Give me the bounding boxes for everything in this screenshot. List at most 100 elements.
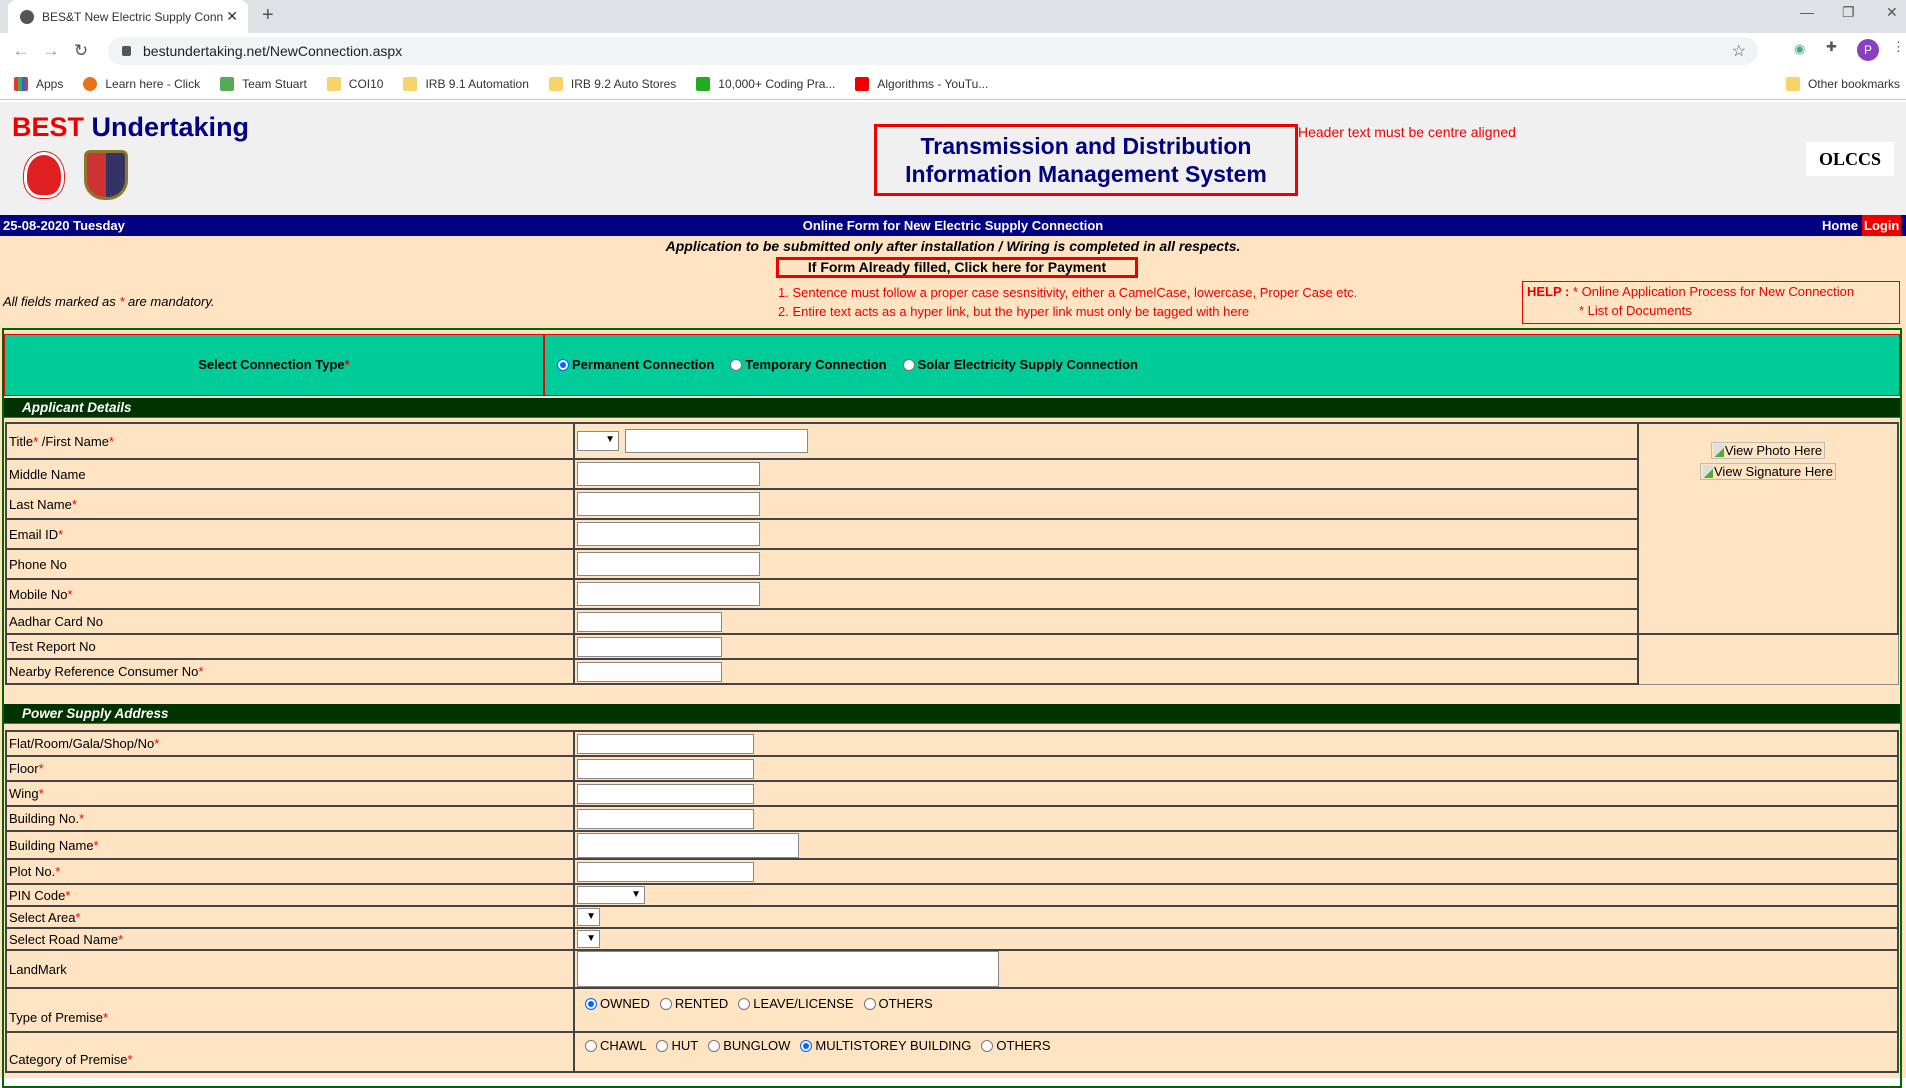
review-notes: 1. Sentence must follow a proper case se…	[778, 283, 1357, 321]
profile-avatar[interactable]: P	[1857, 39, 1879, 61]
radio-button[interactable]	[730, 359, 743, 371]
middle-nameinput[interactable]	[577, 462, 760, 486]
bookmark-label: IRB 9.2 Auto Stores	[570, 76, 677, 91]
radio-button[interactable]	[738, 997, 751, 1010]
bookmark-irb92[interactable]: IRB 9.2 Auto Stores	[548, 76, 677, 91]
radio-button[interactable]	[981, 1039, 994, 1052]
premise-type-option[interactable]: RENTED	[659, 996, 728, 1011]
signature-alt-text: View Signature Here	[1714, 464, 1833, 479]
mobile-noinput[interactable]	[577, 582, 760, 606]
floor-input[interactable]	[577, 758, 754, 779]
forward-icon[interactable]: →	[36, 41, 66, 61]
phone-noinput[interactable]	[577, 552, 760, 576]
premise-type-option[interactable]: OTHERS	[863, 996, 933, 1011]
connection-type-option[interactable]: Permanent Connection	[557, 357, 714, 372]
minimize-button[interactable]: —	[1800, 4, 1814, 20]
connection-type-option[interactable]: Temporary Connection	[730, 357, 887, 372]
premise-category-option[interactable]: MULTISTOREY BUILDING	[800, 1038, 971, 1053]
radio-button[interactable]	[585, 997, 597, 1010]
label-cell: Phone No	[5, 548, 575, 580]
help-link-application-process[interactable]: * Online Application Process for New Con…	[1573, 284, 1854, 299]
login-link[interactable]: Login	[1862, 215, 1902, 236]
brand-blue: Undertaking	[91, 112, 250, 142]
bookmark-icon	[83, 76, 98, 91]
select-area-select[interactable]: ▼	[577, 908, 600, 926]
folder-icon	[1785, 76, 1800, 91]
title-select[interactable]: ▼	[577, 431, 619, 451]
building-name-input[interactable]	[577, 832, 799, 858]
bookmark-irb91[interactable]: IRB 9.1 Automation	[403, 76, 529, 91]
bookmark-youtube[interactable]: Algorithms - YouTu...	[855, 76, 988, 91]
home-link[interactable]: Home	[1822, 215, 1858, 236]
label-cell: Flat/Room/Gala/Shop/No*	[5, 730, 575, 757]
browser-tab[interactable]: BES&T New Electric Supply Conn ✕	[8, 0, 248, 33]
help-link-documents[interactable]: * List of Documents	[1527, 301, 1899, 320]
table-row: Email ID*	[5, 518, 1898, 550]
radio-button[interactable]	[863, 997, 876, 1010]
premise-category-option[interactable]: CHAWL	[585, 1038, 646, 1053]
back-icon[interactable]: ←	[6, 41, 36, 61]
close-window-button[interactable]: ✕	[1886, 4, 1898, 21]
premise-category-option[interactable]: OTHERS	[981, 1038, 1051, 1053]
radio-button[interactable]	[659, 997, 672, 1010]
premise-type-option[interactable]: OWNED	[585, 996, 650, 1011]
table-row: Test Report No	[5, 633, 1899, 685]
field-label: Last Name	[9, 496, 72, 512]
bookmark-coi10[interactable]: COI10	[326, 76, 383, 91]
label-cell: Middle Name	[5, 458, 575, 490]
radio-button[interactable]	[557, 359, 569, 371]
email-idinput[interactable]	[577, 522, 760, 546]
label-text: Select Connection Type	[198, 357, 345, 372]
wing-input[interactable]	[577, 783, 754, 804]
photo-image[interactable]: View Photo Here	[1710, 442, 1826, 459]
nearby-reference-consumer-noinput[interactable]	[577, 661, 722, 682]
bookmark-team-stuart[interactable]: Team Stuart	[220, 76, 307, 91]
landmark-input[interactable]	[577, 951, 999, 987]
select-road-name-select[interactable]: ▼	[577, 930, 600, 948]
radio-button[interactable]	[585, 1039, 597, 1052]
building-no-input[interactable]	[577, 808, 754, 829]
table-row: Middle Name	[5, 458, 1898, 490]
restore-button[interactable]: ❐	[1842, 4, 1855, 21]
new-tab-button[interactable]: +	[262, 4, 274, 27]
required-star: *	[79, 811, 85, 826]
plot-no-input[interactable]	[577, 861, 754, 882]
radio-button[interactable]	[800, 1039, 813, 1052]
reload-icon[interactable]: ↻	[66, 41, 96, 61]
puzzle-icon[interactable]: ✚	[1826, 39, 1837, 55]
last-nameinput[interactable]	[577, 492, 760, 516]
pin-code-select[interactable]: ▼	[577, 886, 645, 904]
radio-button[interactable]	[902, 359, 915, 371]
star-icon[interactable]: ☆	[1732, 41, 1746, 61]
premise-type-option[interactable]: LEAVE/LICENSE	[738, 996, 854, 1011]
table-row: Wing*	[5, 780, 1899, 807]
signature-image[interactable]: View Signature Here	[1700, 463, 1836, 480]
payment-link[interactable]: If Form Already filled, Click here for P…	[776, 257, 1138, 278]
field-label: /First Name	[38, 433, 109, 449]
radio-label: Solar Electricity Supply Connection	[917, 357, 1138, 372]
premise-category-option[interactable]: HUT	[656, 1038, 698, 1053]
premise-category-option[interactable]: BUNGLOW	[708, 1038, 790, 1053]
bookmark-coding[interactable]: 10,000+ Coding Pra...	[696, 76, 835, 91]
test-report-noinput[interactable]	[577, 636, 722, 657]
other-bookmarks[interactable]: Other bookmarks	[1785, 76, 1900, 91]
radio-button[interactable]	[656, 1039, 669, 1052]
broken-image-icon	[1713, 444, 1724, 457]
applicant-details-header: Applicant Details	[4, 398, 1900, 418]
menu-icon[interactable]: ⋮	[1892, 39, 1905, 55]
bookmark-apps[interactable]: Apps	[14, 76, 63, 91]
close-tab-icon[interactable]: ✕	[226, 8, 238, 25]
field-label: Select Area	[9, 909, 76, 925]
extension-icon[interactable]: ◉	[1794, 41, 1805, 57]
connection-type-option[interactable]: Solar Electricity Supply Connection	[902, 357, 1138, 372]
url-input[interactable]: bestundertaking.net/NewConnection.aspx ☆	[108, 37, 1758, 65]
flat-room-gala-shop-no-input[interactable]	[577, 733, 754, 754]
field-label: Flat/Room/Gala/Shop/No	[9, 736, 155, 751]
folder-icon	[326, 76, 341, 91]
aadhar-card-noinput[interactable]	[577, 611, 722, 632]
first-name-input[interactable]	[625, 429, 808, 453]
radio-button[interactable]	[708, 1039, 721, 1052]
field-label: Type of Premise	[9, 1009, 103, 1025]
connection-type-row: Select Connection Type* Permanent Connec…	[4, 334, 1900, 396]
bookmark-learn[interactable]: Learn here - Click	[83, 76, 200, 91]
